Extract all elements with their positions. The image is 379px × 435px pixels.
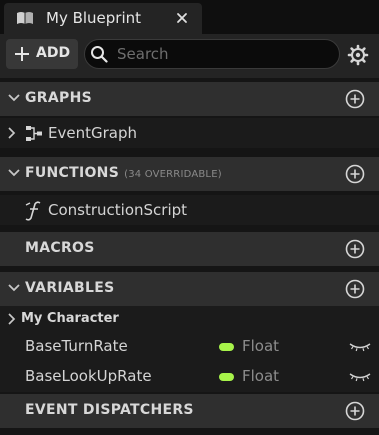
variable-name: BaseLookUpRate <box>25 367 152 385</box>
gear-icon[interactable] <box>347 44 369 66</box>
chevron-down-icon <box>8 94 20 102</box>
chevron-down-icon <box>8 284 20 292</box>
section-functions[interactable]: FUNCTIONS (34 OVERRIDABLE) <box>0 157 379 191</box>
section-macros[interactable]: MACROS <box>0 232 379 266</box>
function-icon <box>25 201 41 221</box>
tab-bar: My Blueprint <box>0 0 379 34</box>
section-title: MACROS <box>25 240 95 256</box>
chevron-right-icon[interactable] <box>7 127 16 139</box>
list-item-label: EventGraph <box>48 124 137 142</box>
close-icon[interactable] <box>174 10 190 26</box>
variable-type[interactable]: Float <box>242 367 279 385</box>
add-circle-icon[interactable] <box>345 89 365 109</box>
add-button[interactable]: ADD <box>6 39 78 69</box>
variable-name: BaseTurnRate <box>25 337 128 355</box>
list-item-construction-script[interactable]: ConstructionScript <box>0 195 379 225</box>
float-type-pill[interactable] <box>219 373 234 381</box>
float-type-pill[interactable] <box>219 343 234 351</box>
search-box[interactable] <box>84 39 340 69</box>
plus-icon <box>15 47 29 61</box>
tab-my-blueprint[interactable]: My Blueprint <box>4 3 202 34</box>
section-title-text: FUNCTIONS <box>25 165 120 181</box>
add-circle-icon[interactable] <box>345 164 365 184</box>
variable-category-my-character[interactable]: My Character <box>0 306 379 332</box>
section-title: GRAPHS <box>25 90 92 106</box>
eye-closed-icon[interactable] <box>349 372 371 382</box>
section-title: EVENT DISPATCHERS <box>25 402 194 418</box>
add-circle-icon[interactable] <box>345 279 365 299</box>
section-graphs[interactable]: GRAPHS <box>0 82 379 116</box>
list-item-event-graph[interactable]: EventGraph <box>0 118 379 148</box>
book-icon <box>17 12 33 24</box>
variable-type[interactable]: Float <box>242 337 279 355</box>
add-circle-icon[interactable] <box>345 239 365 259</box>
section-variables[interactable]: VARIABLES <box>0 272 379 306</box>
list-item-label: ConstructionScript <box>48 201 188 219</box>
eye-closed-icon[interactable] <box>349 342 371 352</box>
add-circle-icon[interactable] <box>345 401 365 421</box>
event-graph-icon <box>26 126 42 141</box>
chevron-down-icon <box>8 169 20 177</box>
variable-row-base-turn-rate[interactable]: BaseTurnRate Float <box>0 332 379 362</box>
section-event-dispatchers[interactable]: EVENT DISPATCHERS <box>0 394 379 428</box>
variable-row-base-look-up-rate[interactable]: BaseLookUpRate Float <box>0 362 379 392</box>
section-title: VARIABLES <box>25 280 115 296</box>
category-label: My Character <box>21 311 119 326</box>
toolbar: ADD <box>0 34 379 78</box>
section-title: FUNCTIONS (34 OVERRIDABLE) <box>25 165 222 181</box>
search-icon <box>91 46 108 63</box>
chevron-right-icon[interactable] <box>7 313 16 325</box>
overridable-count: (34 OVERRIDABLE) <box>124 169 222 180</box>
add-button-label: ADD <box>36 45 71 61</box>
search-input[interactable] <box>117 43 327 65</box>
tab-title: My Blueprint <box>46 9 142 27</box>
